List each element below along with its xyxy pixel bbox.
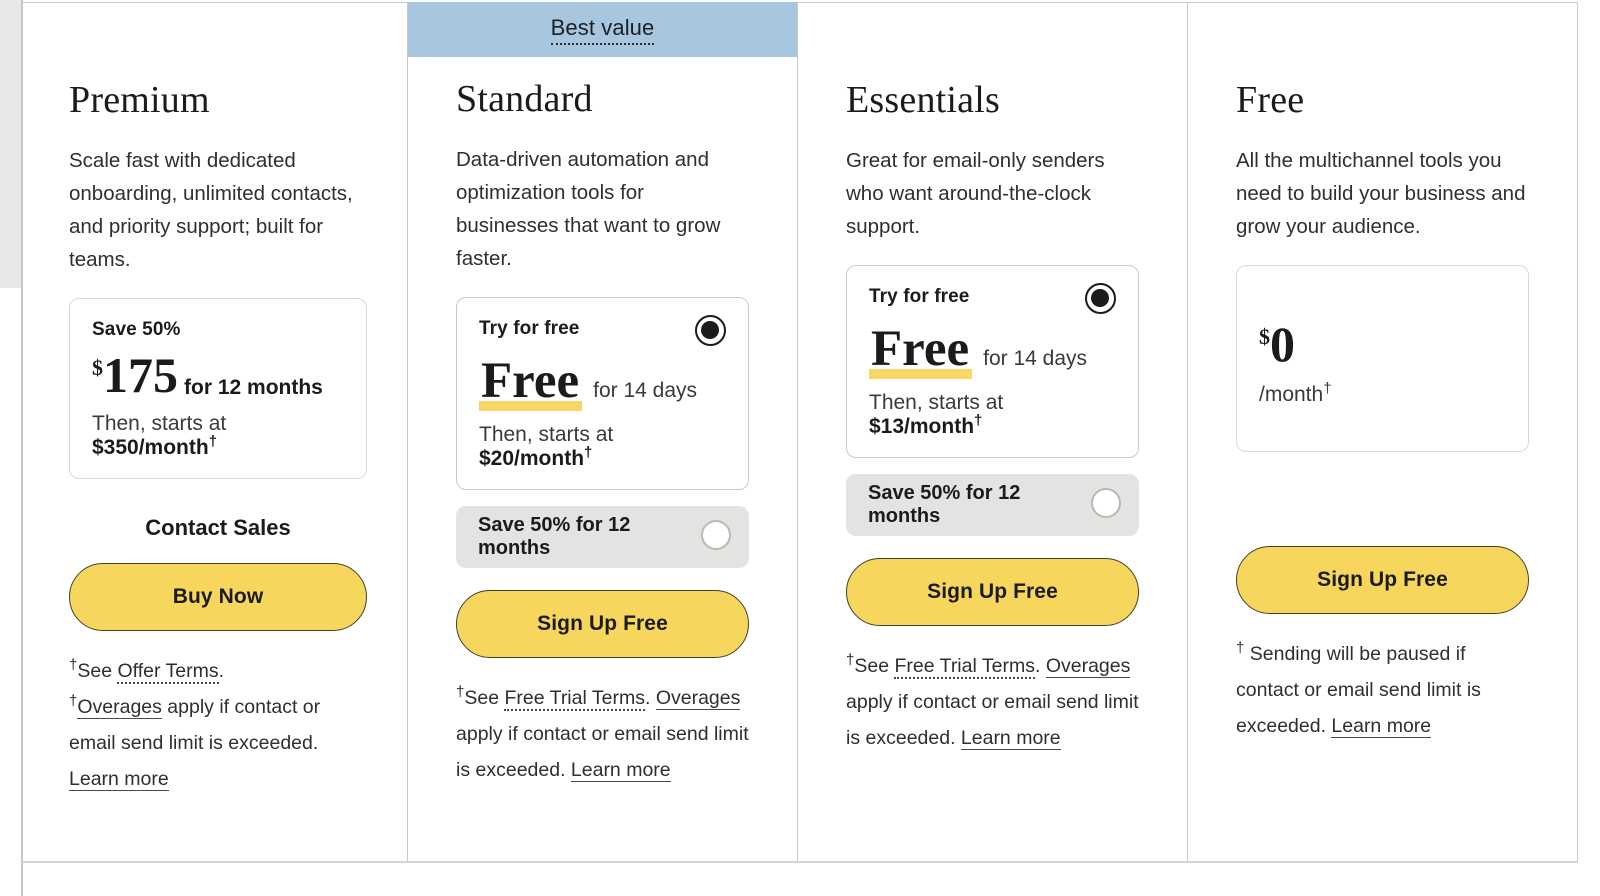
plan-description-free: All the multichannel tools you need to b…: [1236, 148, 1526, 238]
plan-description-premium: Scale fast with dedicated onboarding, un…: [69, 148, 353, 271]
price-panel-standard[interactable]: Try for free Free for 14 days Then, star…: [456, 296, 749, 490]
price-panel-label-premium: Save 50%: [92, 318, 181, 340]
banner-spacer-essentials: [798, 3, 1187, 58]
price-line-premium: $ 175 for 12 months: [92, 346, 344, 403]
plan-title-free: Free: [1236, 79, 1305, 121]
sign-up-free-button-standard[interactable]: Sign Up Free: [456, 589, 749, 658]
then-prefix-essentials: Then, starts at: [869, 390, 1004, 414]
scrollbar-track[interactable]: [0, 0, 22, 288]
plan-description-essentials: Great for email-only senders who want ar…: [846, 148, 1105, 238]
fineprint-prefix-premium: See: [77, 659, 118, 682]
then-line-premium: Then, starts at $350/month†: [92, 412, 344, 460]
learn-more-link-standard[interactable]: Learn more: [570, 758, 671, 782]
fineprint-mid-standard: .: [644, 686, 656, 709]
dagger-free: †: [1323, 379, 1332, 397]
buy-now-button[interactable]: Buy Now: [69, 562, 367, 631]
contact-sales-label: Contact Sales: [145, 514, 291, 540]
then-line-standard: Then, starts at $20/month†: [479, 423, 726, 471]
pricing-page: Premium Scale fast with dedicated onboar…: [0, 0, 1600, 896]
plan-title-standard: Standard: [456, 78, 593, 120]
free-trial-terms-link-standard[interactable]: Free Trial Terms: [504, 686, 645, 711]
offer-terms-link[interactable]: Offer Terms: [117, 659, 219, 684]
best-value-label[interactable]: Best value: [550, 15, 655, 45]
dagger-standard: †: [584, 443, 593, 461]
then-price-standard: $20/month: [479, 446, 585, 470]
currency-symbol-free: $: [1259, 323, 1270, 349]
plan-description-standard: Data-driven automation and optimization …: [456, 147, 721, 270]
option-label-standard: Save 50% for 12 months: [478, 513, 631, 559]
best-value-banner: Best value: [408, 2, 797, 57]
fineprint-mid-essentials: .: [1034, 654, 1046, 677]
price-panel-label-essentials: Try for free: [869, 285, 970, 307]
then-price-premium: $350/month: [92, 435, 209, 459]
free-word-essentials: Free: [869, 323, 973, 379]
free-word-standard: Free: [479, 355, 583, 411]
plan-title-premium: Premium: [69, 79, 210, 121]
plan-card-row: Premium Scale fast with dedicated onboar…: [22, 2, 1578, 882]
free-suffix-standard: for 14 days: [593, 378, 698, 402]
free-trial-terms-link-essentials[interactable]: Free Trial Terms: [894, 654, 1035, 679]
radio-try-for-free-essentials[interactable]: [1085, 282, 1116, 314]
currency-symbol-premium: $: [92, 354, 103, 380]
sign-up-free-button-essentials[interactable]: Sign Up Free: [846, 557, 1139, 626]
price-panel-premium: Save 50% $ 175 for 12 months Then, start…: [69, 297, 367, 479]
learn-more-link-premium[interactable]: Learn more: [69, 767, 169, 791]
plan-card-standard: Best value Standard Data-driven automati…: [408, 2, 798, 862]
plan-title-essentials: Essentials: [846, 79, 1000, 121]
plan-card-free: Free All the multichannel tools you need…: [1188, 2, 1578, 862]
fineprint-free: † Sending will be paused if contact or e…: [1236, 636, 1529, 744]
price-amount-free: 0: [1270, 315, 1295, 372]
price-panel-label-standard: Try for free: [479, 317, 580, 339]
overages-link-standard[interactable]: Overages: [655, 686, 741, 710]
fineprint-premium: †See Offer Terms. †Overages apply if con…: [69, 653, 367, 797]
banner-spacer-free: [1188, 3, 1577, 58]
price-line-standard: Free for 14 days: [479, 355, 726, 411]
fineprint-suffix-premium: .: [218, 659, 225, 682]
fineprint-prefix-essentials: See: [854, 654, 895, 677]
then-price-essentials: $13/month: [869, 414, 975, 438]
sign-up-free-button-free[interactable]: Sign Up Free: [1236, 545, 1529, 614]
radio-save-50-standard[interactable]: [701, 520, 731, 551]
fineprint-essentials: †See Free Trial Terms. Overages apply if…: [846, 648, 1139, 756]
radio-save-50-essentials[interactable]: [1091, 488, 1121, 519]
free-suffix-essentials: for 14 days: [983, 346, 1088, 370]
then-line-essentials: Then, starts at $13/month†: [869, 391, 1116, 439]
per-month-free: /month†: [1259, 379, 1506, 407]
learn-more-link-essentials[interactable]: Learn more: [960, 726, 1061, 750]
option-row-standard[interactable]: Save 50% for 12 months: [456, 505, 749, 568]
fineprint-standard: †See Free Trial Terms. Overages apply if…: [456, 680, 749, 788]
radio-try-for-free-standard[interactable]: [695, 314, 726, 346]
cards-bottom-divider: [22, 861, 1578, 863]
dagger-premium: †: [208, 432, 218, 450]
then-prefix-premium: Then, starts at: [92, 411, 227, 435]
overages-link-essentials[interactable]: Overages: [1045, 654, 1131, 678]
price-line-essentials: Free for 14 days: [869, 323, 1116, 379]
fineprint-prefix-standard: See: [464, 686, 505, 709]
price-line-free: $ 0: [1259, 315, 1506, 372]
then-prefix-standard: Then, starts at: [479, 422, 614, 446]
dagger-essentials: †: [974, 411, 983, 429]
option-label-essentials: Save 50% for 12 months: [868, 481, 1021, 527]
option-row-essentials[interactable]: Save 50% for 12 months: [846, 473, 1139, 536]
plan-card-essentials: Essentials Great for email-only senders …: [798, 2, 1188, 862]
price-amount-premium: 175: [103, 346, 178, 403]
plan-card-premium: Premium Scale fast with dedicated onboar…: [22, 2, 408, 862]
price-panel-free: $ 0 /month†: [1236, 264, 1529, 452]
banner-spacer-premium: [23, 3, 407, 58]
price-panel-essentials[interactable]: Try for free Free for 14 days Then, star…: [846, 264, 1139, 458]
learn-more-link-free[interactable]: Learn more: [1331, 714, 1432, 738]
overages-link-premium[interactable]: Overages: [77, 695, 162, 719]
per-month-text-free: /month: [1259, 382, 1324, 406]
price-suffix-premium: for 12 months: [184, 375, 323, 399]
